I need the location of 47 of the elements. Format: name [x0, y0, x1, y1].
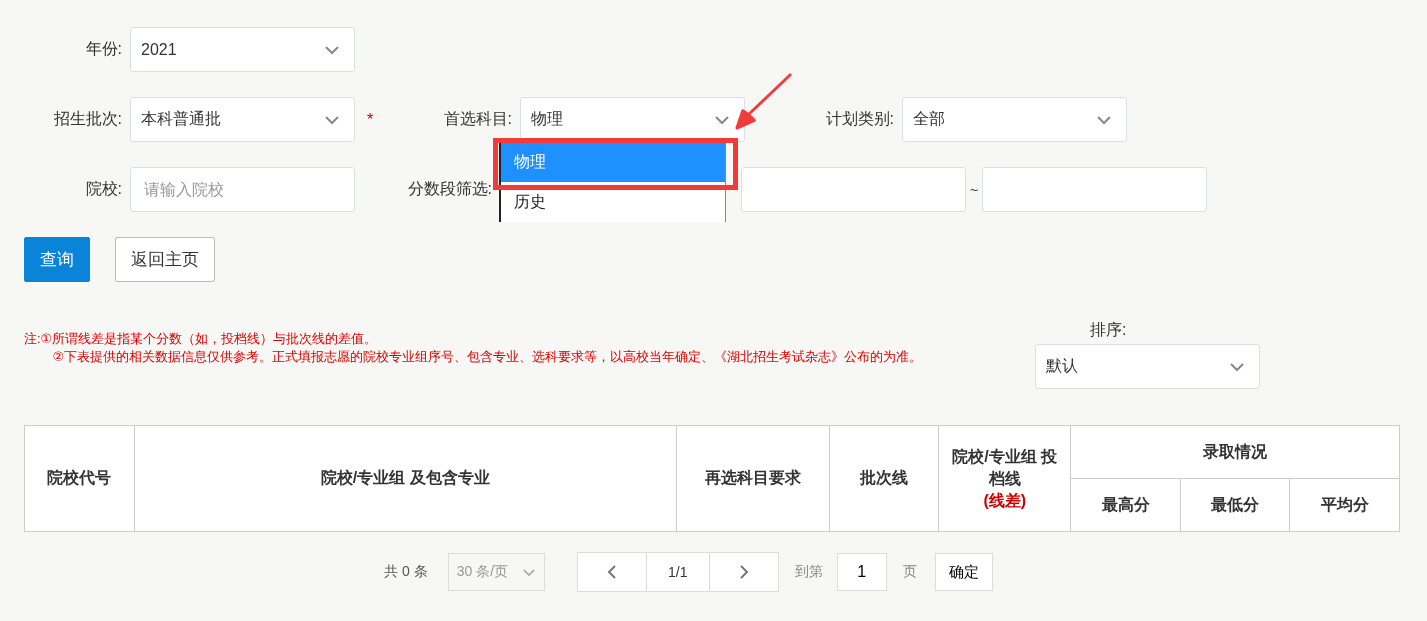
column-header: 平均分 [1289, 478, 1400, 532]
batch-select[interactable]: 本科普通批 [130, 97, 355, 142]
confirm-button[interactable]: 确定 [934, 553, 993, 591]
column-group-header: 录取情况 [1070, 425, 1400, 479]
sort-select[interactable]: 默认 [1035, 344, 1260, 389]
sort-label: 排序: [1090, 320, 1128, 340]
chevron-down-icon [1096, 114, 1112, 125]
field-label: 招生批次: [52, 109, 123, 129]
plan-type-select[interactable]: 全部 [902, 97, 1127, 142]
chevron-down-icon [714, 114, 730, 125]
arrow-drawing [735, 72, 793, 130]
school-input[interactable]: 请输入院校 [130, 167, 355, 212]
year-select[interactable]: 2021 [130, 27, 355, 72]
dropdown-option[interactable]: 历史 [501, 182, 725, 222]
column-header: 院校/专业组 投档线 [951, 446, 1059, 489]
column-header: 院校代号 [24, 425, 135, 532]
column-header: 再选科目要求 [676, 425, 830, 532]
score-min-input[interactable] [741, 167, 966, 212]
chevron-right-icon [738, 564, 749, 580]
column-header: 院校/专业组 及包含专业 [134, 425, 677, 532]
chevron-down-icon [324, 44, 340, 55]
range-separator: ~ [968, 181, 980, 198]
field-label: 院校: [84, 179, 123, 199]
required-mark: * [365, 110, 375, 129]
page-indicator: 1/1 [645, 553, 710, 591]
column-header: 最低分 [1180, 478, 1290, 532]
field-label: 首选科目: [442, 109, 513, 129]
field-label: 计划类别: [824, 109, 895, 129]
total-count: 共 0 条 [384, 563, 428, 581]
goto-label: 到第 [794, 563, 823, 581]
subject-select[interactable]: 物理 [520, 97, 745, 142]
field-label: 年份: [84, 39, 123, 59]
home-button[interactable]: 返回主页 [115, 237, 215, 282]
chevron-down-icon [521, 567, 536, 577]
line-diff-label: (线差) [982, 490, 1028, 511]
field-label: 分数段筛选: [406, 179, 493, 199]
column-header: 最高分 [1070, 478, 1181, 532]
chevron-left-icon [606, 564, 617, 580]
note-text: 注:①所谓线差是指某个分数（如，投档线）与批次线的差值。 [24, 330, 379, 348]
chevron-down-icon [324, 114, 340, 125]
page-unit-label: 页 [902, 563, 917, 581]
query-button[interactable]: 查询 [24, 237, 90, 282]
note-text: ②下表提供的相关数据信息仅供参考。正式填报志愿的院校专业组序号、包含专业、选科要求等，以高校当年确定、《湖北招生考试杂志》公布的为准。 [51, 348, 924, 366]
page-input[interactable]: 1 [836, 553, 887, 591]
column-header: 批次线 [829, 425, 939, 532]
score-max-input[interactable] [982, 167, 1207, 212]
chevron-down-icon [1229, 361, 1245, 372]
